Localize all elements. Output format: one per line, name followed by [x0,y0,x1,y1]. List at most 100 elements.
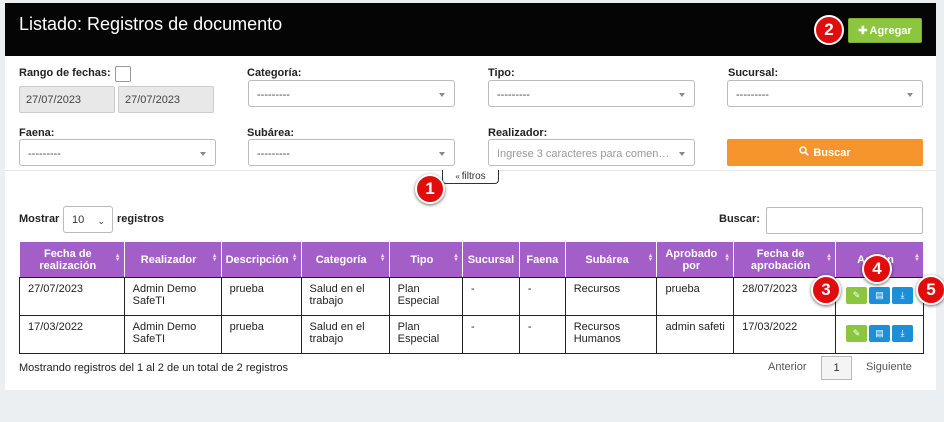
subarea-value: --------- [257,148,290,160]
cell-tipo: Plan Especial [388,315,464,354]
col-realizador[interactable]: Realizador [123,241,222,278]
plus-icon: ✚ [858,25,868,37]
cell-sucursal: - [462,277,520,316]
table-header-row: Fecha de realización Realizador Descripc… [19,241,924,278]
tipo-select[interactable]: --------- [488,80,695,107]
cell-categoria: Salud en el trabajo [300,315,390,354]
date-range-label: Rango de fechas: [19,67,111,79]
document-button[interactable]: ▤ [869,325,890,342]
cell-fecha: 17/03/2022 [19,315,125,354]
filters-toggle-label: filtros [461,171,486,182]
col-tipo[interactable]: Tipo [388,241,464,278]
date-range-checkbox[interactable] [115,66,131,82]
document-icon: ▤ [875,290,884,300]
page-title: Listado: Registros de documento [19,14,283,34]
cell-aprobado: admin safeti [656,315,735,354]
add-button[interactable]: ✚ Agregar [848,18,922,43]
cell-realizador: Admin Demo SafeTI [123,277,222,316]
cell-descripcion: prueba [220,277,302,316]
show-label: Mostrar [19,213,60,225]
filters-toggle[interactable]: « filtros [442,170,499,184]
col-fecha-aprobacion[interactable]: Fecha de aprobación [733,241,837,278]
subarea-select[interactable]: --------- [248,139,455,166]
col-aprobado[interactable]: Aprobado por [656,241,735,278]
table-row: 27/07/2023 Admin Demo SafeTI prueba Salu… [19,277,924,316]
table-search-label: Buscar: [719,213,760,225]
page-header: Listado: Registros de documento ✚ Agrega… [5,3,936,56]
faena-value: --------- [28,148,61,160]
add-button-label: Agregar [869,24,912,37]
annotation-badge-2: 2 [814,15,844,45]
cell-sucursal: - [462,315,520,354]
search-icon [799,146,810,159]
tipo-label: Tipo: [488,67,515,79]
cell-fecha-aprobacion: 17/03/2022 [733,315,837,354]
col-faena[interactable]: Faena [518,241,566,278]
table-row: 17/03/2022 Admin Demo SafeTI prueba Salu… [19,315,924,354]
table-info: Mostrando registros del 1 al 2 de un tot… [19,362,289,374]
chevron-down-icon [439,152,445,156]
date-from-field[interactable]: 27/07/2023 [19,86,115,113]
edit-button[interactable]: ✎ [846,325,867,342]
cell-realizador: Admin Demo SafeTI [123,315,222,354]
next-page-button[interactable]: Siguiente [866,361,912,373]
realizador-placeholder: Ingrese 3 caracteres para comen… [497,148,670,160]
col-subarea[interactable]: Subárea [564,241,658,278]
cell-faena: - [518,315,566,354]
cell-aprobado: prueba [656,277,735,316]
cell-faena: - [518,277,566,316]
tipo-value: --------- [497,89,530,101]
faena-select[interactable]: --------- [19,139,216,166]
date-to-field[interactable]: 27/07/2023 [118,86,214,113]
chevron-down-icon: ⌄ [97,216,105,226]
edit-button[interactable]: ✎ [846,287,867,304]
search-button-label: Buscar [813,146,851,159]
chevron-down-icon [679,152,685,156]
categoria-label: Categoría: [247,67,302,79]
annotation-badge-3: 3 [811,275,841,305]
cell-descripcion: prueba [220,315,302,354]
main-panel: Listado: Registros de documento ✚ Agrega… [5,3,944,390]
realizador-select[interactable]: Ingrese 3 caracteres para comen… [488,139,695,166]
cell-subarea: Recursos [564,277,658,316]
records-label: registros [117,213,165,225]
cell-accion: ✎ ▤ ⤓ [835,315,924,354]
categoria-select[interactable]: --------- [248,80,455,107]
download-button[interactable]: ⤓ [892,287,913,304]
col-categoria[interactable]: Categoría [300,241,390,278]
chevron-down-icon [679,93,685,97]
download-icon: ⤓ [900,290,905,300]
categoria-value: --------- [257,89,290,101]
table-search-input[interactable] [766,207,923,234]
col-fecha[interactable]: Fecha de realización [19,241,125,278]
col-descripcion[interactable]: Descripción [220,241,302,278]
current-page-button[interactable]: 1 [821,356,852,380]
col-sucursal[interactable]: Sucursal [462,241,520,278]
subarea-label: Subárea: [247,127,295,139]
realizador-label: Realizador: [488,127,548,139]
prev-page-button[interactable]: Anterior [768,361,807,373]
pencil-icon: ✎ [852,290,861,300]
annotation-badge-4: 4 [862,254,892,284]
cell-fecha: 27/07/2023 [19,277,125,316]
page-length-select[interactable]: 10 ⌄ [63,206,113,233]
pencil-icon: ✎ [852,328,861,338]
faena-label: Faena: [19,127,55,139]
annotation-badge-1: 1 [415,174,445,204]
annotation-badge-5: 5 [916,275,944,305]
sucursal-value: --------- [736,89,769,101]
chevron-down-icon [439,93,445,97]
cell-subarea: Recursos Humanos [564,315,658,354]
cell-categoria: Salud en el trabajo [300,277,390,316]
sucursal-label: Sucursal: [728,67,779,79]
chevron-down-icon [200,152,206,156]
search-button[interactable]: Buscar [727,139,923,166]
cell-tipo: Plan Especial [388,277,464,316]
download-button[interactable]: ⤓ [892,325,913,342]
sucursal-select[interactable]: --------- [727,80,923,107]
chevron-up-icon: « [455,172,460,181]
page-length-value: 10 [72,214,85,226]
document-icon: ▤ [875,328,884,338]
document-button[interactable]: ▤ [869,287,890,304]
chevron-down-icon [907,93,913,97]
